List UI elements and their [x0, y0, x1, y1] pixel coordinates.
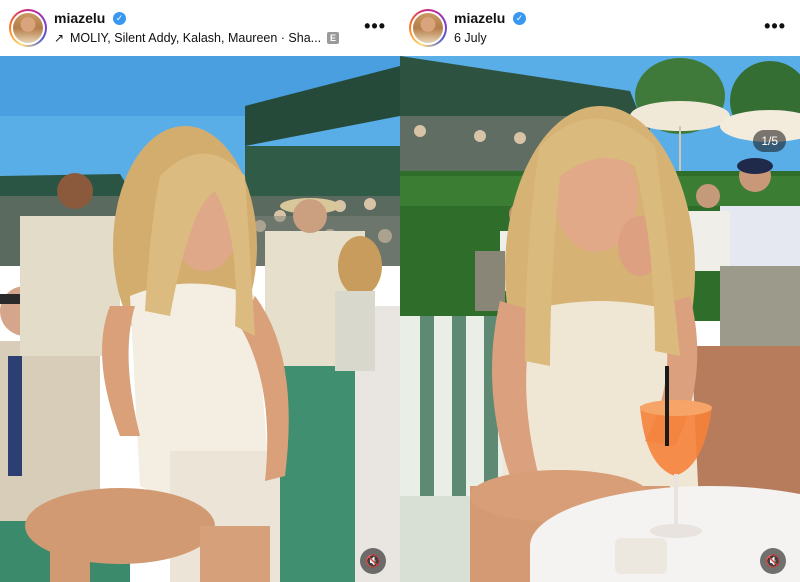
post-subline: 6 July	[454, 31, 487, 45]
post-header: miazelu ✓ 6 July •••	[400, 0, 800, 56]
username[interactable]: miazelu	[54, 10, 105, 26]
mute-button[interactable]: 🔇	[360, 548, 386, 574]
avatar[interactable]	[9, 9, 47, 47]
photo-woman-at-table	[400, 56, 800, 582]
post-date: 6 July	[454, 31, 487, 45]
post-header: miazelu ✓ ↗ MOLIY, Silent Addy, Kalash, M…	[0, 0, 400, 56]
arrow-up-right-icon: ↗	[54, 31, 65, 45]
username[interactable]: miazelu	[454, 10, 505, 26]
mute-button[interactable]: 🔇	[760, 548, 786, 574]
post-media[interactable]: 🔇	[0, 56, 400, 582]
carousel-counter: 1/5	[753, 130, 786, 152]
more-options-button[interactable]: •••	[364, 16, 386, 37]
explicit-badge: E	[327, 32, 340, 44]
verified-badge-icon: ✓	[113, 12, 126, 25]
avatar[interactable]	[409, 9, 447, 47]
audio-credits[interactable]: MOLIY, Silent Addy, Kalash, Maureen · Sh…	[70, 31, 321, 45]
photo-tennis-stands	[0, 56, 400, 582]
post-card-right: miazelu ✓ 6 July ••• 1/5 🔇	[400, 0, 800, 582]
post-subline[interactable]: ↗ MOLIY, Silent Addy, Kalash, Maureen · S…	[54, 31, 340, 45]
verified-badge-icon: ✓	[513, 12, 526, 25]
more-options-button[interactable]: •••	[764, 16, 786, 37]
post-media[interactable]: 1/5 🔇	[400, 56, 800, 582]
post-card-left: miazelu ✓ ↗ MOLIY, Silent Addy, Kalash, M…	[0, 0, 400, 582]
